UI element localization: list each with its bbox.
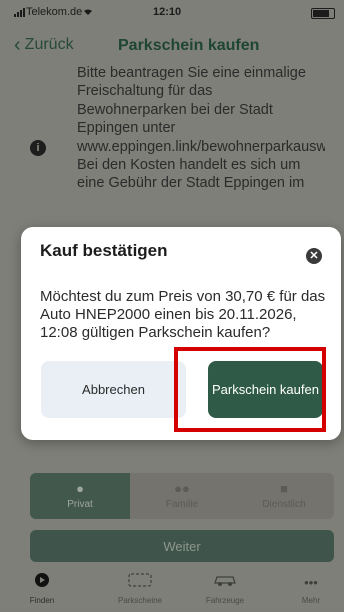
nav-finden[interactable]: Finden bbox=[22, 572, 62, 605]
tab-familie[interactable]: ●● Familie bbox=[130, 473, 234, 519]
tab-label: Dienstlich bbox=[262, 499, 306, 510]
carrier-label: Telekom.de bbox=[26, 6, 83, 18]
nav-mehr[interactable]: ••• Mehr bbox=[288, 572, 334, 605]
nav-parkscheine[interactable]: Parkscheine bbox=[105, 572, 175, 605]
ticket-icon bbox=[105, 572, 175, 594]
clock-time: 12:10 bbox=[153, 6, 182, 18]
back-label: Zurück bbox=[24, 36, 74, 53]
tab-dienstlich[interactable]: ■ Dienstlich bbox=[234, 473, 334, 519]
page-title: Parkschein kaufen bbox=[118, 37, 260, 54]
nav-label: Fahrzeuge bbox=[205, 596, 245, 605]
wifi-icon bbox=[82, 6, 94, 19]
tab-label: Privat bbox=[67, 499, 93, 510]
nav-label: Parkscheine bbox=[117, 596, 163, 605]
person-icon: ● bbox=[76, 481, 84, 496]
dialog-title: Kauf bestätigen bbox=[40, 241, 168, 260]
cancel-button[interactable]: Abbrechen bbox=[41, 361, 186, 418]
chevron-left-icon: ‹ bbox=[14, 34, 21, 56]
nav-fahrzeuge[interactable]: Fahrzeuge bbox=[190, 572, 260, 605]
car-icon bbox=[190, 572, 260, 594]
briefcase-icon: ■ bbox=[280, 481, 288, 496]
parking-type-tabs: ● Privat ●● Familie ■ Dienstlich bbox=[30, 473, 334, 519]
battery-icon bbox=[311, 8, 335, 19]
weiter-button[interactable]: Weiter bbox=[30, 530, 334, 562]
bottom-navigation: Finden Parkscheine Fahrzeuge ••• Mehr bbox=[0, 572, 344, 612]
highlight-box bbox=[174, 347, 326, 432]
app-header: ‹ Zurück Parkschein kaufen bbox=[0, 30, 344, 62]
signal-icon bbox=[14, 8, 25, 17]
status-bar: Telekom.de 12:10 bbox=[0, 0, 344, 26]
nav-label: Mehr bbox=[301, 596, 321, 605]
nav-label: Finden bbox=[29, 596, 55, 605]
family-icon: ●● bbox=[174, 481, 190, 496]
info-icon: i bbox=[30, 140, 46, 156]
more-icon: ••• bbox=[304, 575, 318, 590]
tab-privat[interactable]: ● Privat bbox=[30, 473, 130, 519]
dialog-message: Möchtest du zum Preis von 30,70 € für da… bbox=[40, 288, 326, 341]
location-icon bbox=[22, 572, 62, 594]
tab-label: Familie bbox=[165, 499, 199, 510]
info-text: Bitte beantragen Sie eine einmalige Frei… bbox=[77, 65, 325, 192]
close-icon[interactable]: ✕ bbox=[306, 248, 322, 264]
back-button[interactable]: ‹ Zurück bbox=[14, 34, 74, 56]
